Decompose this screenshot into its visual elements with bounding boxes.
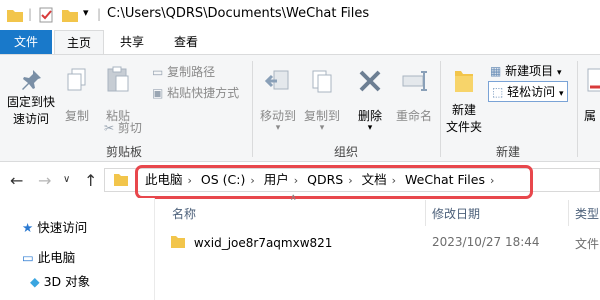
up-arrow-icon[interactable]: ↑ (84, 171, 97, 190)
move-to-dropdown-icon: ▾ (275, 123, 281, 133)
customize-qat-chevron-icon[interactable]: ▾ (83, 6, 89, 19)
column-divider[interactable] (425, 200, 426, 226)
tab-home[interactable]: 主页 (54, 30, 104, 54)
nav-item-label: 3D 对象 (43, 274, 91, 289)
group-divider (577, 61, 578, 157)
new-folder-quick-icon[interactable] (61, 6, 79, 24)
new-folder-label-line2: 文件夹 (445, 120, 482, 134)
easy-access-dropdown-icon: ▾ (559, 89, 564, 99)
sort-chevron-icon[interactable]: ∧ (290, 193, 297, 203)
copy-label: 复制 (64, 109, 89, 123)
pin-icon (22, 70, 41, 90)
easy-access-icon: ⬚ (492, 85, 504, 99)
new-item-icon: ▦ (490, 64, 502, 78)
new-item-label: 新建项目 (505, 64, 554, 78)
delete-dropdown-icon: ▾ (367, 123, 373, 133)
nav-item-this-pc[interactable]: ▭ 此电脑 (22, 248, 75, 268)
new-group-label: 新建 (496, 145, 521, 159)
folder-icon (114, 174, 128, 186)
file-name: wxid_joe8r7aqmxw821 (193, 236, 333, 250)
nav-item-quick-access[interactable]: ★ 快速访问 (22, 218, 87, 238)
pin-label-line2: 速访问 (12, 112, 49, 126)
copy-path-label: 复制路径 (167, 65, 216, 79)
move-to-label: 移动到 (259, 109, 296, 123)
copy-to-icon (312, 70, 332, 93)
scissors-icon: ✂ (104, 121, 115, 135)
divider: | (97, 7, 102, 21)
paste-shortcut-icon: ▣ (152, 86, 164, 100)
easy-access-button[interactable]: ⬚ 轻松访问 ▾ (488, 81, 568, 102)
group-divider (252, 61, 253, 157)
properties-label: 属 (584, 109, 597, 123)
delete-x-icon (359, 70, 381, 92)
file-modified: 2023/10/27 18:44 (432, 235, 540, 249)
new-folder-button[interactable]: 新建 文件夹 (444, 67, 484, 135)
cut-label: 剪切 (117, 121, 142, 135)
copy-icon (67, 68, 86, 91)
delete-button[interactable]: 删除 ▾ (352, 67, 388, 133)
properties-button[interactable]: 属 (584, 67, 600, 124)
divider: | (28, 7, 33, 21)
pin-label-line1: 固定到快 (6, 95, 55, 109)
paste-shortcut-button[interactable]: ▣ 粘贴快捷方式 (152, 84, 239, 101)
paste-shortcut-label: 粘贴快捷方式 (167, 86, 240, 100)
paste-icon (107, 66, 129, 92)
table-row[interactable]: wxid_joe8r7aqmxw821 (170, 233, 332, 253)
ribbon: 固定到快 速访问 复制 粘贴 ▭ 复制路径 ▣ 粘贴快捷方式 ✂ 剪切 剪贴板 … (0, 54, 600, 162)
delete-label: 删除 (357, 109, 382, 123)
column-divider[interactable] (568, 200, 569, 226)
paste-button[interactable]: 粘贴 (98, 65, 138, 124)
back-arrow-icon[interactable]: ← (10, 171, 23, 190)
move-to-icon (264, 70, 289, 90)
folder-icon[interactable] (6, 6, 24, 24)
copy-to-dropdown-icon: ▾ (319, 123, 325, 133)
nav-item-label: 此电脑 (37, 250, 76, 265)
column-header-type[interactable]: 类型 (575, 205, 599, 222)
new-folder-label-line1: 新建 (451, 103, 476, 117)
tab-view[interactable]: 查看 (160, 30, 212, 54)
nav-item-3d-objects[interactable]: ◆ 3D 对象 (30, 272, 90, 292)
ribbon-tabs: 文件 主页 共享 查看 (0, 30, 600, 54)
copy-to-button[interactable]: 复制到 ▾ (300, 67, 344, 133)
cut-button[interactable]: ✂ 剪切 (104, 119, 142, 136)
rename-label: 重命名 (395, 109, 432, 123)
group-divider (440, 61, 441, 157)
pin-to-quick-access-button[interactable]: 固定到快 速访问 (4, 67, 58, 127)
new-item-dropdown-icon: ▾ (557, 68, 562, 78)
properties-icon (587, 68, 600, 92)
organize-group-label: 组织 (334, 145, 359, 159)
tab-file[interactable]: 文件 (0, 30, 52, 54)
window-title: C:\Users\QDRS\Documents\WeChat Files (107, 6, 370, 21)
rename-button[interactable]: 重命名 (392, 67, 436, 124)
move-to-button[interactable]: 移动到 ▾ (256, 67, 300, 133)
column-header-name[interactable]: 名称 (172, 205, 196, 222)
new-folder-icon (455, 71, 473, 92)
nav-item-label: 快速访问 (37, 220, 88, 235)
forward-arrow-icon[interactable]: → (38, 171, 51, 190)
recent-locations-chevron-icon[interactable]: ∨ (63, 174, 70, 185)
copy-path-icon: ▭ (152, 65, 164, 79)
properties-check-icon[interactable] (37, 6, 55, 24)
column-header-modified[interactable]: 修改日期 (432, 205, 480, 222)
folder-icon (171, 236, 185, 248)
rename-icon (402, 71, 427, 91)
new-item-button[interactable]: ▦ 新建项目 ▾ (490, 62, 562, 79)
file-type: 文件 (575, 237, 600, 251)
tab-share[interactable]: 共享 (108, 30, 156, 54)
highlight-box (135, 165, 533, 199)
cube-icon: ◆ (30, 274, 40, 289)
star-icon: ★ (22, 220, 34, 235)
title-bar: | ▾ | C:\Users\QDRS\Documents\WeChat Fil… (0, 0, 600, 30)
copy-button[interactable]: 复制 (60, 67, 94, 124)
copy-path-button[interactable]: ▭ 复制路径 (152, 63, 215, 80)
copy-to-label: 复制到 (303, 109, 340, 123)
computer-icon: ▭ (22, 250, 34, 265)
clipboard-group-label: 剪贴板 (106, 145, 143, 159)
navigation-pane: ★ 快速访问 ▭ 此电脑 ◆ 3D 对象 (0, 198, 155, 300)
easy-access-label: 轻松访问 (507, 85, 556, 99)
